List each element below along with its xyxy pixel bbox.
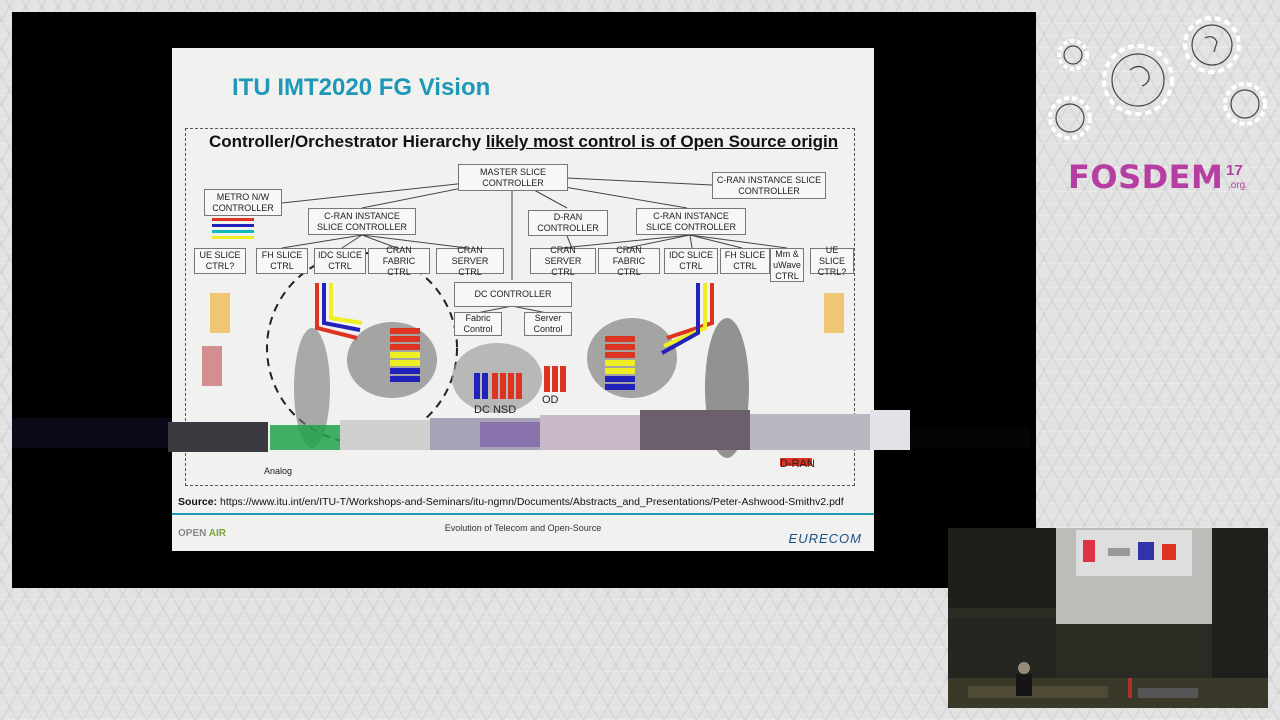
gear-icon [1102, 44, 1174, 116]
footer-title: Evolution of Telecom and Open-Source [444, 523, 602, 533]
dc-controller-box: DC CONTROLLER [454, 282, 572, 307]
ue-slice-left-box: UE SLICE CTRL? [194, 248, 246, 274]
source-label: Source: [178, 496, 218, 508]
eurecom-logo: EURECOM [788, 531, 862, 546]
fh-slice-left-box: FH SLICE CTRL [256, 248, 308, 274]
cran-instance-right-box: C-RAN INSTANCE SLICE CONTROLLER [636, 208, 746, 235]
fosdem-gears [1048, 16, 1267, 140]
source-citation: Source: https://www.itu.int/en/ITU-T/Wor… [178, 496, 844, 508]
master-slice-controller-box: MASTER SLICE CONTROLLER [458, 164, 568, 191]
footer-rule [172, 513, 874, 515]
server-control-box: Server Control [524, 312, 572, 336]
gear-icon [1057, 39, 1089, 71]
video-glitch-band [12, 410, 1030, 452]
cran-server-right-box: CRAN SERVER CTRL [530, 245, 596, 277]
cran-fabric-left-box: CRAN FABRIC CTRL [368, 245, 430, 277]
openair-logo-accent: AIR [208, 528, 226, 539]
presentation-slide: ITU IMT2020 FG Vision Controller/Orchest… [172, 48, 874, 551]
idc-slice-left-box: IDC SLICE CTRL [314, 248, 366, 274]
openair-logo-text: OPEN [178, 528, 207, 539]
cran-server-left-box: CRAN SERVER CTRL [436, 245, 504, 277]
cran-instance-top-right-box: C-RAN INSTANCE SLICE CONTROLLER [712, 172, 826, 199]
metro-controller-box: METRO N/W CONTROLLER [204, 189, 282, 216]
idc-slice-right-box: IDC SLICE CTRL [664, 248, 718, 274]
mm-uwave-box: Mm & uWave CTRL [770, 248, 804, 282]
fosdem-year: 17 [1226, 162, 1243, 179]
source-url: https://www.itu.int/en/ITU-T/Workshops-a… [220, 496, 844, 508]
fosdem-org: .org [1228, 180, 1246, 191]
ue-slice-right-box: UE SLICE CTRL? [810, 245, 854, 277]
speaker-camera-image [948, 528, 1268, 708]
cran-instance-left-box: C-RAN INSTANCE SLICE CONTROLLER [308, 208, 416, 235]
fosdem-logo: FOSDEM [1068, 158, 1224, 196]
dran-label: D-RAN [780, 458, 815, 470]
dran-controller-box: D-RAN CONTROLLER [528, 210, 608, 236]
analog-label: Analog [264, 466, 293, 476]
gear-icon [1183, 16, 1241, 74]
speaker-camera-feed [948, 528, 1268, 708]
od-label: OD [542, 394, 559, 406]
fabric-control-box: Fabric Control [454, 312, 502, 336]
openair-logo: OPEN AIR [178, 528, 226, 539]
cran-fabric-right-box: CRAN FABRIC CTRL [598, 245, 660, 277]
fh-slice-right-box: FH SLICE CTRL [720, 248, 770, 274]
